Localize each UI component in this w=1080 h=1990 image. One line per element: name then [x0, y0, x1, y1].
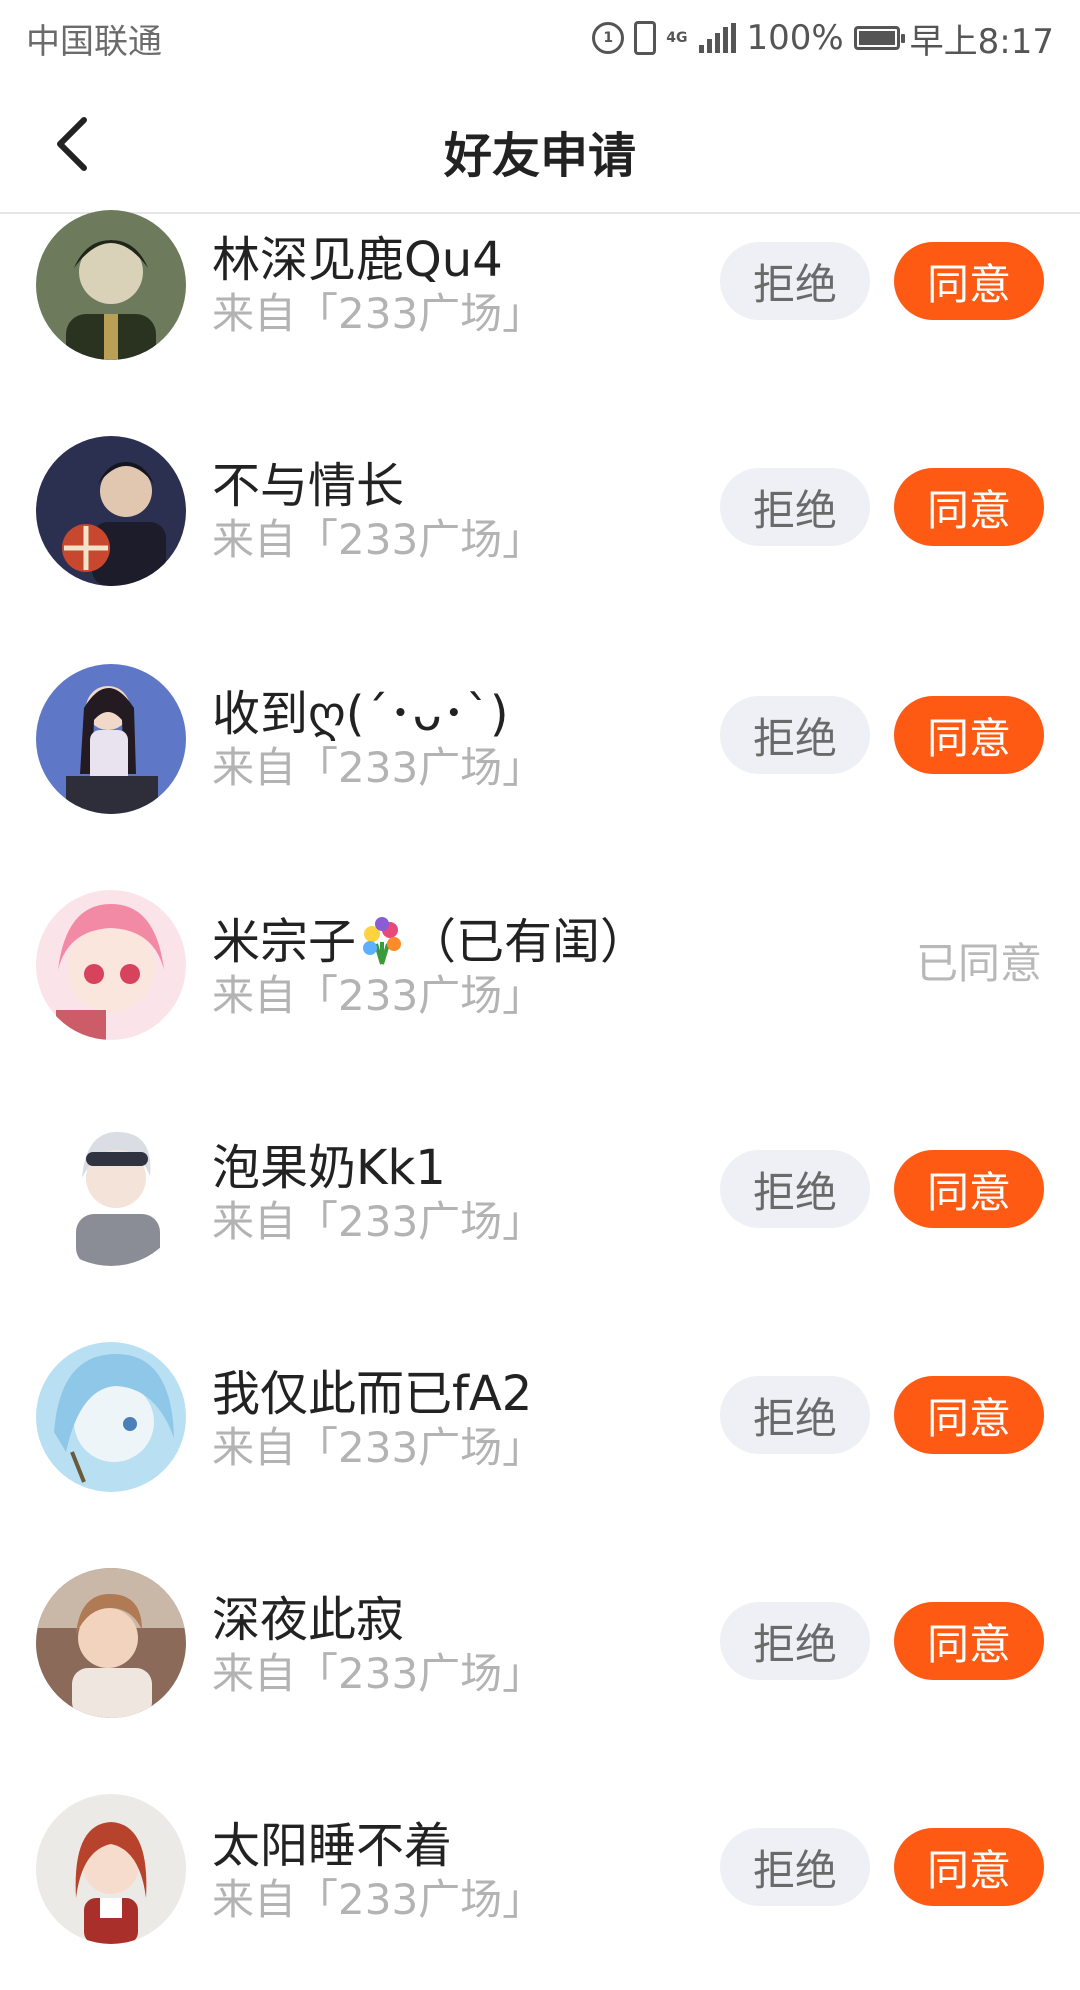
reject-button[interactable]: 拒绝 — [720, 468, 870, 546]
carrier-label: 中国联通 — [26, 21, 162, 62]
avatar[interactable] — [36, 436, 186, 586]
request-source: 来自「233广场」 — [212, 1875, 545, 1924]
request-source: 来自「233广场」 — [212, 971, 545, 1020]
avatar[interactable] — [36, 1342, 186, 1492]
list-item: 深夜此寂 来自「233广场」 拒绝 同意 — [0, 1546, 1080, 1768]
list-item: 泡果奶Kk1 来自「233广场」 拒绝 同意 — [0, 1102, 1080, 1324]
reject-button[interactable]: 拒绝 — [720, 1828, 870, 1906]
list-item: 收到ღ(´･ᴗ･`) 来自「233广场」 拒绝 同意 — [0, 658, 1080, 880]
accept-button[interactable]: 同意 — [894, 1602, 1044, 1680]
accept-button[interactable]: 同意 — [894, 1376, 1044, 1454]
avatar[interactable] — [36, 664, 186, 814]
reject-button[interactable]: 拒绝 — [720, 242, 870, 320]
nav-header: 好友申请 — [0, 76, 1080, 214]
accept-button[interactable]: 同意 — [894, 242, 1044, 320]
request-source: 来自「233广场」 — [212, 289, 545, 338]
avatar[interactable] — [36, 890, 186, 1040]
request-source: 来自「233广场」 — [212, 1423, 545, 1472]
battery-icon — [853, 26, 905, 50]
reject-button[interactable]: 拒绝 — [720, 1150, 870, 1228]
clock: 早上8:17 — [909, 21, 1054, 62]
reject-button[interactable]: 拒绝 — [720, 1376, 870, 1454]
page-title: 好友申请 — [443, 128, 636, 184]
list-item: 米宗子 （已有闺） 来自「233广场」 已同意 — [0, 880, 1080, 1102]
reject-button[interactable]: 拒绝 — [720, 1602, 870, 1680]
avatar[interactable] — [36, 210, 186, 360]
accept-button[interactable]: 同意 — [894, 1828, 1044, 1906]
list-item: 太阳睡不着 来自「233广场」 拒绝 同意 — [0, 1768, 1080, 1990]
friend-request-list: 林深见鹿Qu4 来自「233广场」 拒绝 同意 不与情长 来自「233广场」 拒… — [0, 210, 1080, 1990]
signal-icon — [699, 23, 737, 53]
status-icons: 1 4G 100% 早上8:17 — [592, 14, 1054, 63]
accept-button[interactable]: 同意 — [894, 696, 1044, 774]
status-bar: 中国联通 1 4G 100% 早上8:17 — [0, 0, 1080, 76]
accepted-status: 已同意 — [915, 939, 1042, 988]
hd-call-icon: 1 — [592, 22, 625, 54]
list-item: 不与情长 来自「233广场」 拒绝 同意 — [0, 436, 1080, 658]
list-item: 我仅此而已fA2 来自「233广场」 拒绝 同意 — [0, 1324, 1080, 1546]
vibrate-icon — [634, 21, 657, 55]
avatar[interactable] — [36, 1116, 186, 1266]
request-source: 来自「233广场」 — [212, 1649, 545, 1698]
avatar[interactable] — [36, 1794, 186, 1944]
request-source: 来自「233广场」 — [212, 1197, 545, 1246]
reject-button[interactable]: 拒绝 — [720, 696, 870, 774]
avatar[interactable] — [36, 1568, 186, 1718]
request-source: 来自「233广场」 — [212, 515, 545, 564]
bouquet-emoji — [363, 917, 402, 965]
request-source: 来自「233广场」 — [212, 743, 545, 792]
accept-button[interactable]: 同意 — [894, 468, 1044, 546]
network-type-label: 4G — [666, 30, 688, 46]
list-item: 林深见鹿Qu4 来自「233广场」 拒绝 同意 — [0, 210, 1080, 436]
accept-button[interactable]: 同意 — [894, 1150, 1044, 1228]
battery-percent: 100% — [746, 18, 844, 58]
